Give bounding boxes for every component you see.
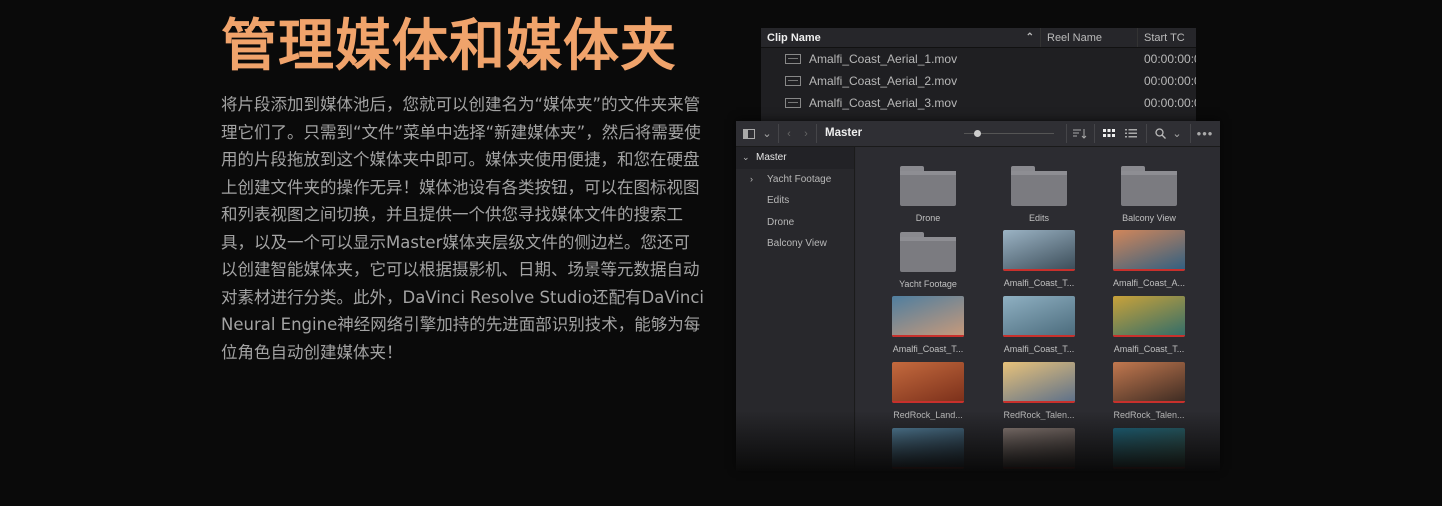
sort-order-icon[interactable] <box>1070 121 1090 146</box>
clip-name: Amalfi_Coast_Aerial_1.mov <box>809 52 958 66</box>
tile-label: Balcony View <box>1122 213 1176 223</box>
clip-thumbnail <box>1003 296 1075 337</box>
folder-icon <box>1011 166 1067 206</box>
clip-thumbnail <box>1113 362 1185 403</box>
tile-label: RedRock_Talen... <box>1113 410 1185 420</box>
folder-icon <box>900 232 956 272</box>
clip-tile[interactable] <box>989 428 1089 471</box>
tile-label: Drone <box>915 213 941 223</box>
tile-label: Yacht Footage <box>899 279 957 289</box>
clip-thumbnail <box>1003 362 1075 403</box>
bin-folder-tile[interactable]: Yacht Footage <box>878 230 978 289</box>
bin-folder-tile[interactable]: Balcony View <box>1099 164 1199 223</box>
clip-name: Amalfi_Coast_Aerial_3.mov <box>809 96 958 110</box>
page-headline: 管理媒体和媒体夹 <box>221 14 677 79</box>
chevron-down-icon[interactable]: ⌄ <box>760 121 774 146</box>
clip-tile[interactable] <box>878 428 978 471</box>
zoom-slider-handle[interactable] <box>974 130 981 137</box>
chevron-right-icon[interactable]: › <box>750 174 767 184</box>
clip-icon <box>785 98 801 108</box>
column-header-start-tc[interactable]: Start TC <box>1138 28 1196 47</box>
clip-tile[interactable] <box>1099 428 1199 471</box>
clip-tile[interactable]: Amalfi_Coast_T... <box>989 230 1089 288</box>
clip-tile[interactable]: Amalfi_Coast_T... <box>878 296 978 354</box>
bin-folder-tile[interactable]: Drone <box>878 164 978 223</box>
tile-label: RedRock_Land... <box>893 410 963 420</box>
list-header: Clip Name ⌃ Reel Name Start TC <box>761 28 1196 48</box>
more-options-icon[interactable]: ••• <box>1194 121 1216 146</box>
list-row[interactable]: Amalfi_Coast_Aerial_3.mov 00:00:00:0 <box>761 92 1196 114</box>
sidebar-item-yacht-footage[interactable]: › Yacht Footage <box>736 169 854 191</box>
current-bin-title: Master <box>825 127 863 139</box>
start-tc: 00:00:00:0 <box>1144 96 1196 110</box>
chevron-down-icon[interactable]: ⌄ <box>742 152 756 163</box>
forward-arrow-icon[interactable]: › <box>799 121 813 146</box>
clip-tile[interactable]: RedRock_Land... <box>878 362 978 420</box>
media-pool-window: ⌄ ‹ › Master ⌄ ••• ⌄ Master › Yacht Foot… <box>736 121 1220 471</box>
clip-tile[interactable]: Amalfi_Coast_A... <box>1099 230 1199 288</box>
media-pool-toolbar: ⌄ ‹ › Master ⌄ ••• <box>736 121 1220 147</box>
tile-label: Amalfi_Coast_A... <box>1112 278 1186 288</box>
clip-tile[interactable]: RedRock_Talen... <box>989 362 1089 420</box>
sidebar-item-master[interactable]: ⌄ Master <box>736 147 854 169</box>
clip-list-view: Clip Name ⌃ Reel Name Start TC Amalfi_Co… <box>761 28 1196 126</box>
tile-label: Amalfi_Coast_T... <box>1113 344 1185 354</box>
tile-label: Amalfi_Coast_T... <box>1003 344 1075 354</box>
clip-thumbnail <box>1003 230 1075 271</box>
column-header-clip-name[interactable]: Clip Name ⌃ <box>761 28 1041 47</box>
clip-thumbnail <box>1003 428 1075 469</box>
clip-icon <box>785 76 801 86</box>
thumbnail-view-icon[interactable] <box>1100 121 1118 146</box>
clip-thumbnail <box>892 362 964 403</box>
clip-name: Amalfi_Coast_Aerial_2.mov <box>809 74 958 88</box>
bin-folder-tile[interactable]: Edits <box>989 164 1089 223</box>
sidebar-toggle-icon[interactable] <box>740 121 758 146</box>
list-row[interactable]: Amalfi_Coast_Aerial_1.mov 00:00:00:0 <box>761 48 1196 70</box>
clip-tile[interactable]: Amalfi_Coast_T... <box>989 296 1089 354</box>
folder-icon <box>1121 166 1177 206</box>
clip-thumbnail <box>1113 296 1185 337</box>
clip-thumbnail <box>1113 428 1185 469</box>
start-tc: 00:00:00:0 <box>1144 74 1196 88</box>
folder-icon <box>900 166 956 206</box>
list-view-icon[interactable] <box>1122 121 1140 146</box>
clip-tile[interactable]: RedRock_Talen... <box>1099 362 1199 420</box>
sidebar-item-balcony-view[interactable]: Balcony View <box>736 233 854 255</box>
sidebar-item-drone[interactable]: Drone <box>736 212 854 234</box>
tile-label: Amalfi_Coast_T... <box>1003 278 1075 288</box>
chevron-down-icon[interactable]: ⌄ <box>1170 121 1184 146</box>
clip-thumbnail <box>1113 230 1185 271</box>
search-icon[interactable] <box>1152 121 1168 146</box>
clip-thumbnail <box>892 428 964 469</box>
sidebar-item-edits[interactable]: Edits <box>736 190 854 212</box>
list-row[interactable]: Amalfi_Coast_Aerial_2.mov 00:00:00:0 <box>761 70 1196 92</box>
column-header-reel-name[interactable]: Reel Name <box>1041 28 1138 47</box>
clip-thumbnail <box>892 296 964 337</box>
clip-icon <box>785 54 801 64</box>
tile-label: RedRock_Talen... <box>1003 410 1075 420</box>
clip-tile[interactable]: Amalfi_Coast_T... <box>1099 296 1199 354</box>
description-paragraph: 将片段添加到媒体池后，您就可以创建名为“媒体夹”的文件夹来管理它们了。只需到“文… <box>221 95 704 362</box>
start-tc: 00:00:00:0 <box>1144 52 1196 66</box>
tile-label: Edits <box>1028 213 1049 223</box>
bin-sidebar: ⌄ Master › Yacht Footage Edits Drone Bal… <box>736 147 855 471</box>
thumbnail-grid: Drone Edits Balcony View Yacht Footage Amalf… <box>856 147 1220 471</box>
sort-ascending-icon[interactable]: ⌃ <box>1026 32 1034 43</box>
back-arrow-icon[interactable]: ‹ <box>782 121 796 146</box>
tile-label: Amalfi_Coast_T... <box>892 344 964 354</box>
